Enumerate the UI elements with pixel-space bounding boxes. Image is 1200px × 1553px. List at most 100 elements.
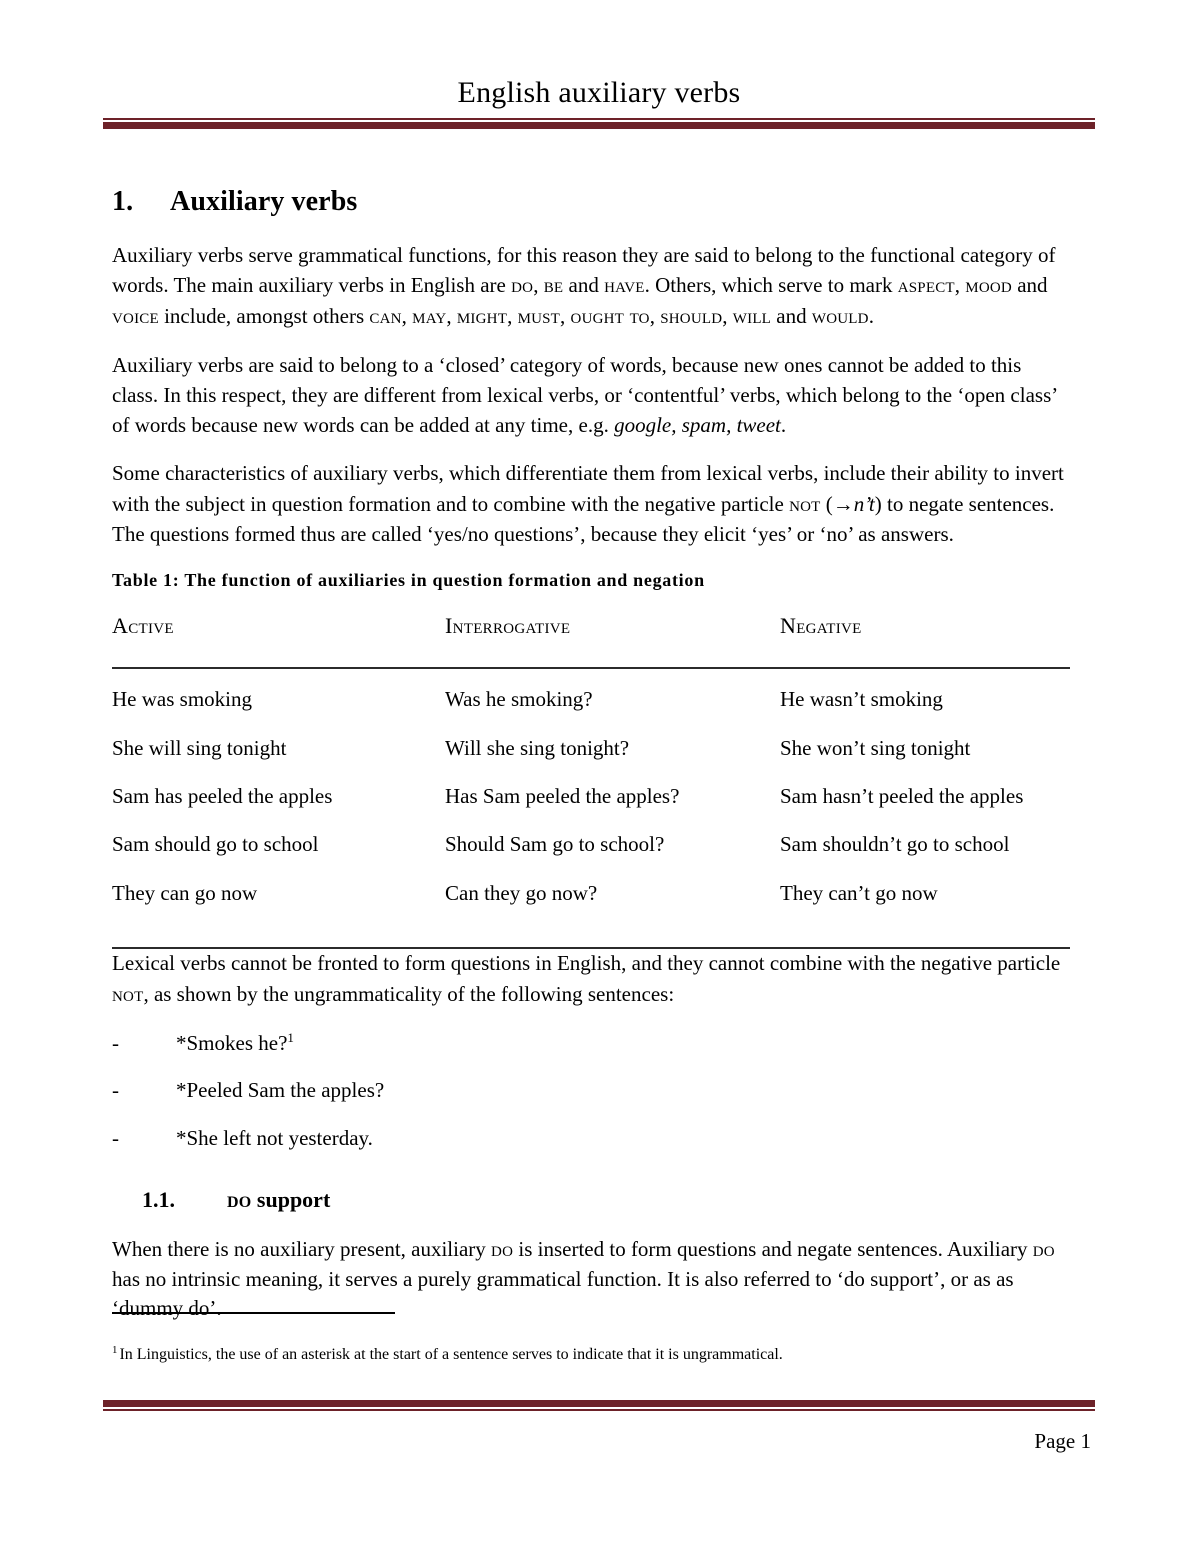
smallcaps-not: not: [789, 492, 821, 517]
table-cell-active: Sam has peeled the apples: [112, 784, 333, 809]
document-title: English auxiliary verbs: [457, 76, 741, 109]
paragraph-4: Lexical verbs cannot be fronted to form …: [112, 949, 1070, 1010]
p1-text-i: ,: [446, 304, 457, 329]
table-cell-interrogative: Will she sing tonight?: [445, 735, 630, 760]
footnote-reference-marker[interactable]: 1: [287, 1030, 294, 1045]
list-marker: -: [112, 1078, 119, 1103]
table-cell-negative: She won’t sing tonight: [780, 735, 971, 760]
column-header-active: Active: [112, 613, 174, 639]
table-cell-negative: He wasn’t smoking: [780, 687, 943, 712]
table-row: He was smoking Was he smoking? He wasn’t…: [112, 668, 1070, 723]
table-cell-negative: They can’t go now: [780, 880, 938, 905]
table-row: She will sing tonight Will she sing toni…: [112, 724, 1070, 772]
p1-text-o: .: [868, 304, 874, 329]
list-item-text: *She left not yesterday.: [176, 1125, 373, 1150]
table-row: They can go now Can they go now? They ca…: [112, 869, 1070, 948]
p1-text-l: ,: [649, 304, 661, 329]
table-row: Sam has peeled the apples Has Sam peeled…: [112, 772, 1070, 820]
smallcaps-voice: voice: [112, 304, 159, 329]
smallcaps-do: do: [1032, 1236, 1055, 1261]
footer-rule-thick-line: [103, 1400, 1095, 1407]
smallcaps-ought-to: ought to: [570, 304, 650, 329]
p1-text-c: and: [563, 273, 605, 298]
section-number: 1.: [112, 186, 134, 217]
p1-text-g: include, amongst others: [158, 304, 370, 329]
smallcaps-would: would: [811, 304, 869, 329]
smallcaps-will: will: [732, 304, 772, 329]
paragraph-2: Auxiliary verbs are said to belong to a …: [112, 351, 1070, 440]
list-item: - *She left not yesterday.: [112, 1124, 1070, 1153]
p1-text-k: ,: [560, 304, 571, 329]
italic-open-class-examples: google, spam, tweet: [614, 412, 781, 437]
list-item-text: *Smokes he?: [176, 1030, 288, 1055]
table-row: Sam should go to school Should Sam go to…: [112, 820, 1070, 868]
ungrammatical-examples-list: - *Smokes he?1 - *Peeled Sam the apples? -…: [112, 1029, 1070, 1153]
list-item-text: *Peeled Sam the apples?: [176, 1078, 385, 1103]
footer-rule-thin-line: [103, 1409, 1095, 1411]
footnote-1: 1 In Linguistics, the use of an asterisk …: [112, 1344, 1070, 1366]
list-marker: -: [112, 1125, 119, 1150]
table-cell-negative: Sam shouldn’t go to school: [780, 832, 1010, 857]
smallcaps-must: must: [517, 304, 561, 329]
header-rule: [103, 117, 1095, 129]
footnote-text: In Linguistics, the use of an asterisk a…: [119, 1346, 783, 1363]
smallcaps-can: can: [369, 304, 402, 329]
table-cell-active: She will sing tonight: [112, 735, 287, 760]
table-cell-interrogative: Has Sam peeled the apples?: [445, 784, 680, 809]
p1-text-b: ,: [533, 273, 544, 298]
p1-text-m: ,: [722, 304, 733, 329]
smallcaps-do: do: [511, 273, 534, 298]
paragraph-1: Auxiliary verbs serve grammatical functi…: [112, 241, 1070, 332]
document-body: 1. Auxiliary verbs Auxiliary verbs serve …: [112, 185, 1070, 1343]
p4-text-b: , as shown by the ungrammaticality of th…: [143, 981, 675, 1006]
p5-text-b: is inserted to form questions and negate…: [513, 1236, 1033, 1261]
table-cell-active: They can go now: [112, 880, 258, 905]
table-cell-interrogative: Should Sam go to school?: [445, 832, 665, 857]
document-page: English auxiliary verbs 1. Auxiliary verb…: [0, 0, 1200, 1553]
page-number: Page 1: [1034, 1429, 1091, 1453]
table-caption: Table 1: The function of auxiliaries in …: [112, 569, 705, 590]
paragraph-5: When there is no auxiliary present, auxi…: [112, 1234, 1070, 1324]
section-title-text: Auxiliary verbs: [170, 186, 358, 217]
smallcaps-aspect: aspect: [897, 273, 955, 298]
footnote-area: 1 In Linguistics, the use of an asterisk …: [112, 1312, 1070, 1366]
list-marker: -: [112, 1030, 119, 1055]
p4-text-a: Lexical verbs cannot be fronted to form …: [112, 951, 1061, 976]
p1-text-f: and: [1011, 273, 1048, 298]
page-footer: Page 1: [103, 1400, 1095, 1454]
smallcaps-do: do: [491, 1236, 514, 1261]
column-header-interrogative: Interrogative: [445, 613, 571, 639]
table-cell-active: Sam should go to school: [112, 832, 319, 857]
italic-nt-contraction: n’t: [853, 492, 875, 517]
column-header-negative: Negative: [780, 613, 862, 639]
table-cell-negative: Sam hasn’t peeled the apples: [780, 784, 1024, 809]
smallcaps-mood: mood: [965, 273, 1012, 298]
table-header-row: Active Interrogative Negative: [112, 613, 1070, 669]
smallcaps-may: may: [412, 304, 447, 329]
section-heading-1-1: 1.1. do support: [112, 1187, 1070, 1214]
footer-rule: [103, 1400, 1095, 1411]
p3-text-b: (→: [820, 492, 854, 517]
smallcaps-have: have: [604, 273, 645, 298]
table-cell-active: He was smoking: [112, 687, 252, 712]
list-item: - *Smokes he?1: [112, 1029, 1070, 1058]
p1-text-h: ,: [401, 304, 413, 329]
smallcaps-not: not: [112, 981, 144, 1006]
section-heading-1: 1. Auxiliary verbs: [112, 185, 1070, 219]
smallcaps-be: be: [543, 273, 564, 298]
footnote-separator-rule: [112, 1312, 395, 1314]
list-item: - *Peeled Sam the apples?: [112, 1076, 1070, 1105]
p1-text-e: ,: [954, 273, 966, 298]
header-rule-thick-line: [103, 121, 1095, 129]
footnote-number: 1: [112, 1343, 118, 1356]
table-cell-interrogative: Was he smoking?: [445, 687, 593, 712]
table-cell-interrogative: Can they go now?: [445, 880, 598, 905]
p2-text-b: .: [780, 412, 787, 437]
paragraph-3: Some characteristics of auxiliary verbs,…: [112, 459, 1070, 549]
smallcaps-should: should: [660, 304, 723, 329]
subsection-number: 1.1.: [142, 1186, 175, 1212]
p5-text-a: When there is no auxiliary present, auxi…: [112, 1236, 492, 1261]
subsection-title-text: support: [251, 1186, 331, 1212]
p1-text-j: ,: [507, 304, 518, 329]
subsection-title-smallcaps: do: [227, 1186, 252, 1212]
